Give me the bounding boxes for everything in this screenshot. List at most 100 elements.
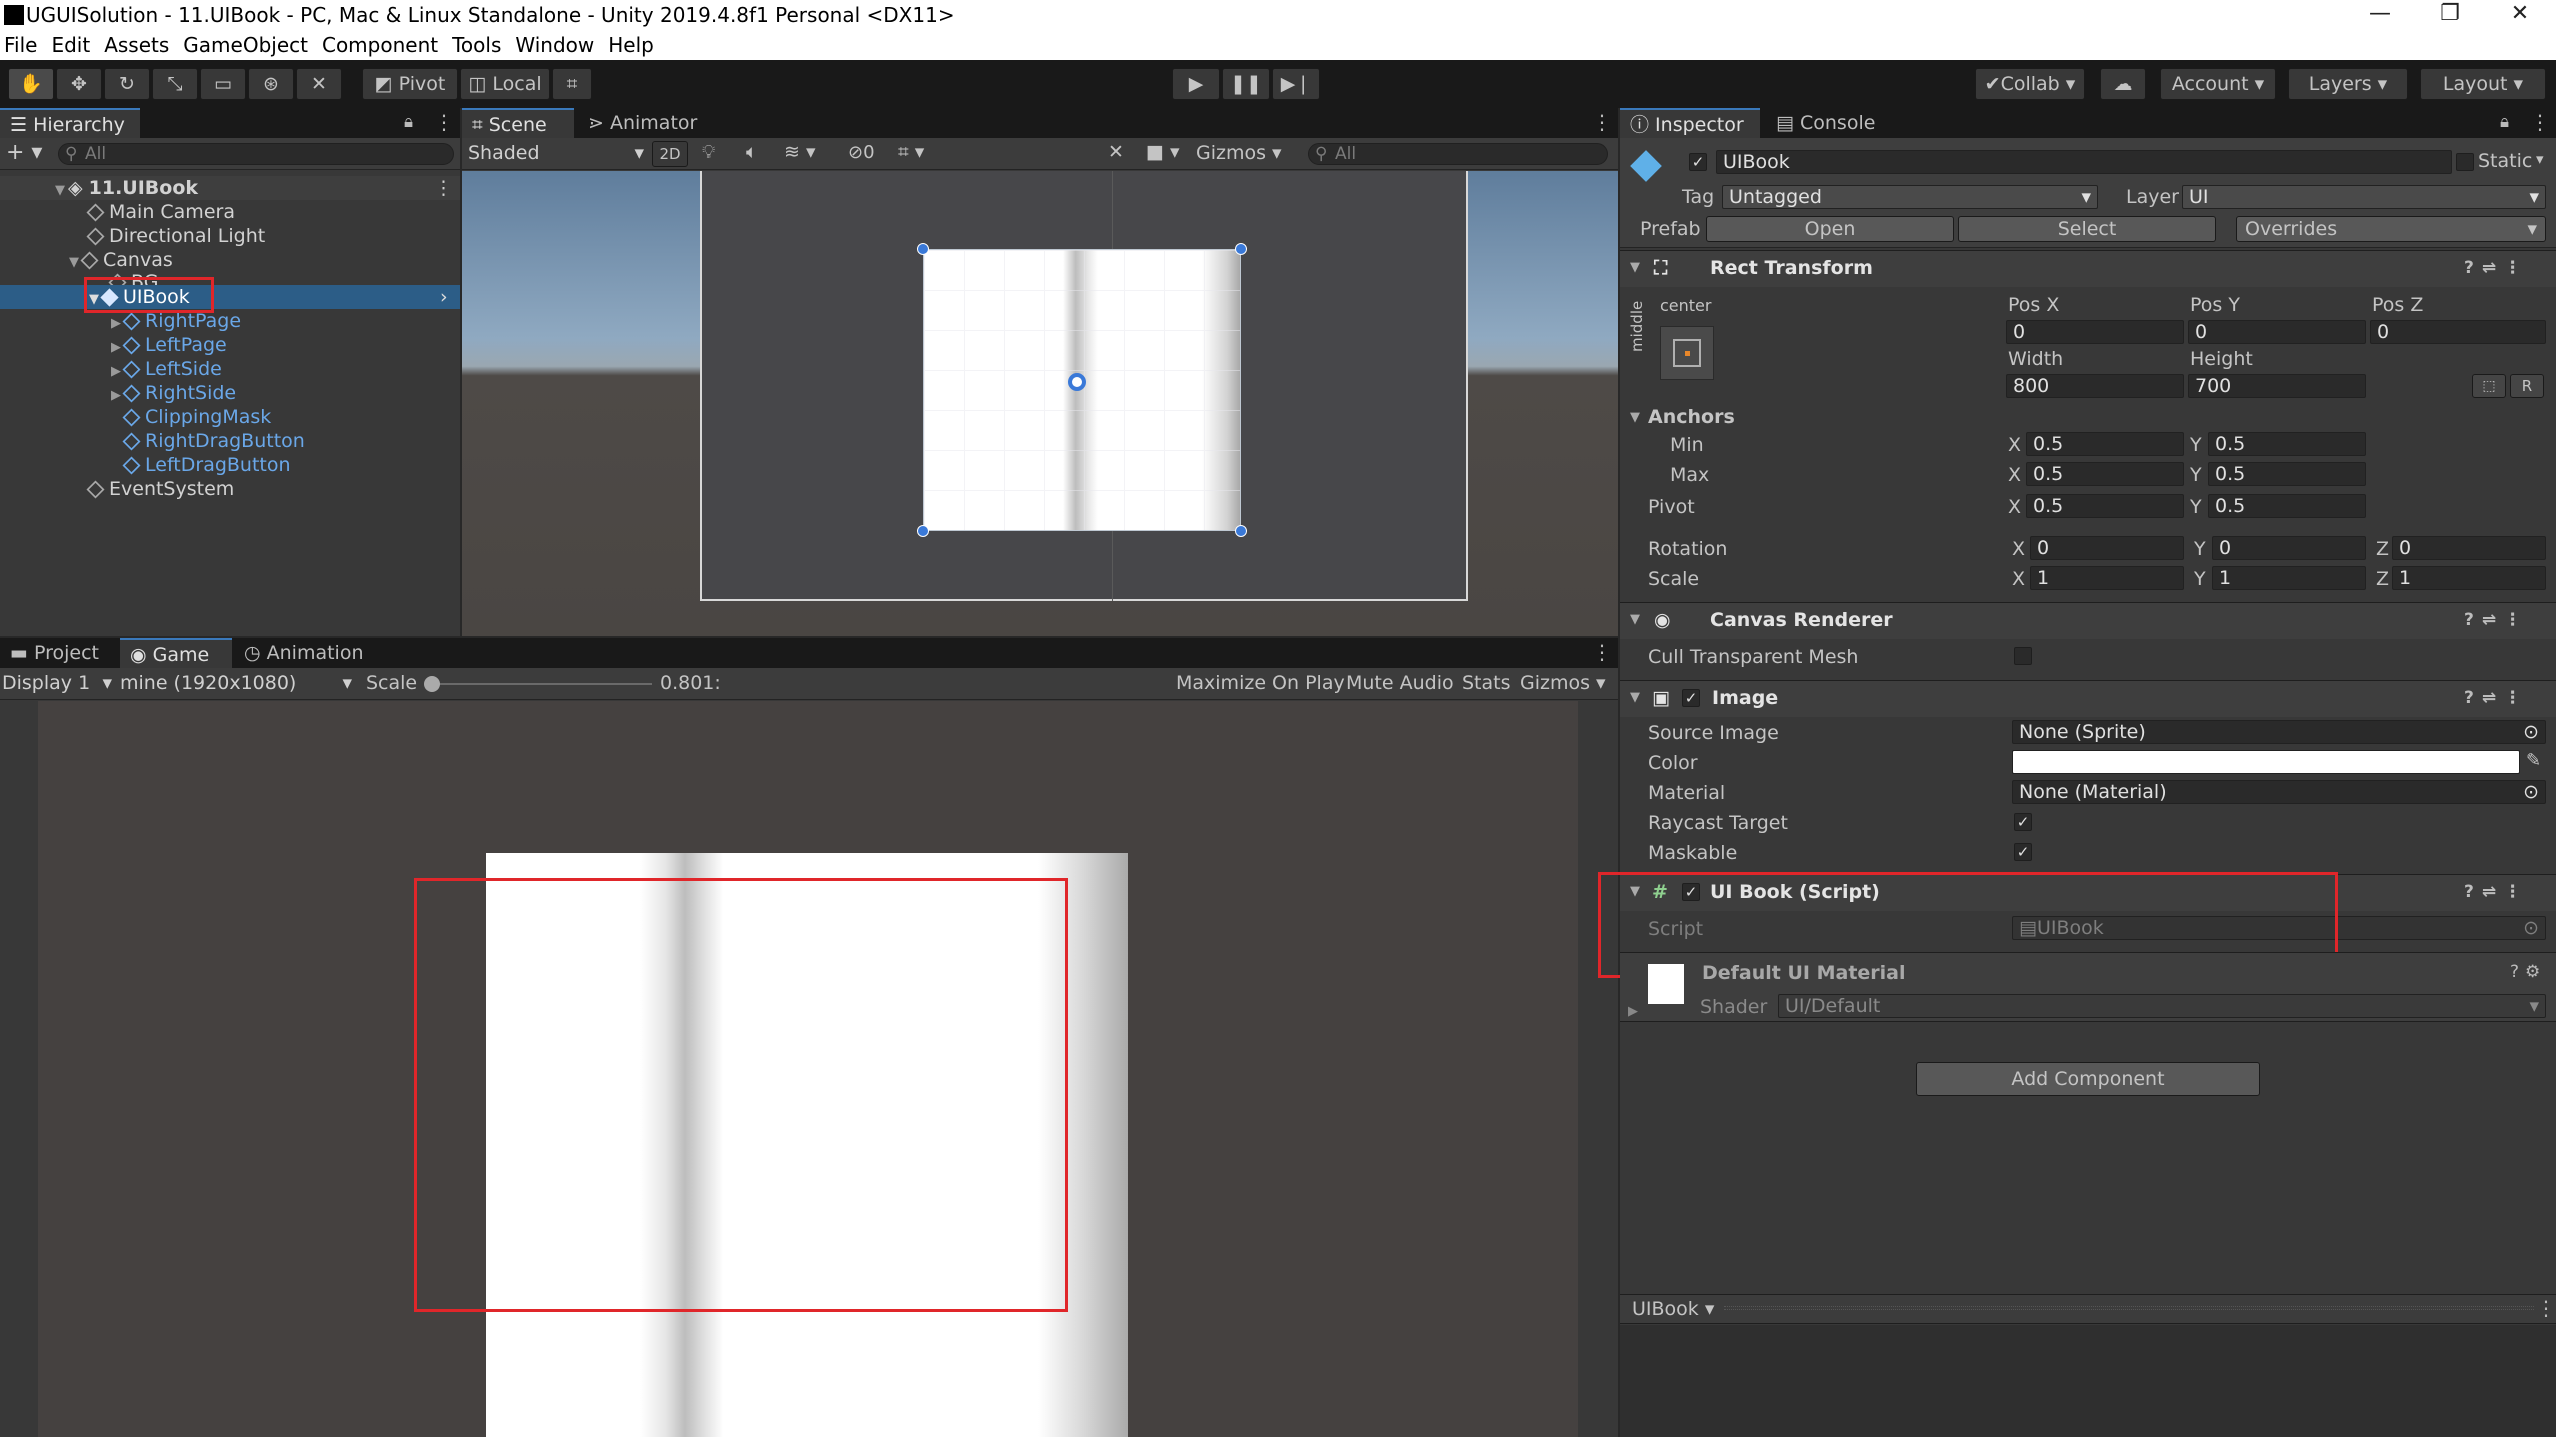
add-component-button[interactable]: Add Component [1916,1062,2260,1096]
static-dropdown-icon[interactable]: ▾ [2536,150,2544,168]
rect-handle-top-right[interactable] [1235,243,1247,255]
image-enabled-checkbox[interactable]: ✓ [1682,689,1700,707]
game-gizmos-dropdown[interactable]: Gizmos ▾ [1520,672,1606,694]
source-image-field[interactable]: None (Sprite) ⊙ [2012,720,2546,744]
create-button[interactable]: + ▾ [6,140,42,165]
collab-button[interactable]: ✔Collab ▾ [1975,68,2085,100]
component-help-icons[interactable]: ?⇌⋮ [2464,681,2529,715]
minimize-button[interactable]: — [2345,0,2415,30]
hierarchy-item-leftside[interactable]: ▶ LeftSide [0,357,460,381]
layout-dropdown[interactable]: Layout ▾ [2420,68,2546,100]
lock-icon[interactable]: 🔒︎ [404,112,413,132]
tab-hierarchy[interactable]: ☰ Hierarchy [0,108,140,138]
width-field[interactable]: 800 [2006,374,2184,398]
kebab-menu-icon[interactable]: ⋮ [434,110,454,134]
rect-tool-icon[interactable]: ▭ [200,68,246,100]
layers-dropdown[interactable]: Layers ▾ [2288,68,2408,100]
blueprint-mode-icon[interactable]: ⬚ [2472,374,2506,398]
grid-toggle-icon[interactable]: ⌗ ▾ [898,141,924,163]
active-checkbox[interactable]: ✓ [1689,153,1707,171]
menu-component[interactable]: Component [318,30,448,57]
scale-tool-icon[interactable]: ⤡ [152,68,198,100]
hidden-objects-toggle[interactable]: ⊘0 [848,142,875,163]
preview-resize-handle[interactable] [1724,1306,2534,1310]
effects-icon[interactable]: ≋ ▾ [784,141,816,163]
shading-dropdown[interactable]: Shaded ▾ [468,142,644,164]
pos-z-field[interactable]: 0 [2370,320,2546,344]
anchor-min-x-field[interactable]: 0.5 [2026,432,2184,456]
rect-handle-top-left[interactable] [917,243,929,255]
tools-icon[interactable]: ✕ [1108,141,1124,163]
tab-project[interactable]: ▬ Project [0,638,118,668]
tab-animator[interactable]: ⋗ Animator [578,108,708,138]
collapse-arrow-icon[interactable]: ▼ [1630,681,1640,715]
anchor-max-y-field[interactable]: 0.5 [2208,462,2366,486]
menu-assets[interactable]: Assets [100,30,179,57]
tab-animation[interactable]: ◷ Animation [234,638,374,668]
scene-search-input[interactable]: ⚲ All [1308,143,1608,165]
hierarchy-item-uibook[interactable]: ▼ UIBook › [0,285,460,309]
rotation-x-field[interactable]: 0 [2030,536,2184,560]
object-picker-icon[interactable]: ⊙ [2523,721,2539,743]
display-dropdown[interactable]: Display 1 ▾ [2,672,112,694]
material-field[interactable]: None (Material) ⊙ [2012,780,2546,804]
gizmos-dropdown[interactable]: Gizmos ▾ [1196,142,1282,164]
mute-audio-toggle[interactable]: Mute Audio [1346,672,1454,694]
pivot-y-field[interactable]: 0.5 [2208,494,2366,518]
play-button[interactable]: ▶ [1172,68,1220,100]
rect-handle-bottom-left[interactable] [917,525,929,537]
local-toggle[interactable]: ◫ Local [460,68,550,100]
prefab-open-button[interactable]: Open [1706,216,1954,242]
account-dropdown[interactable]: Account ▾ [2160,68,2276,100]
pause-button[interactable]: ❚❚ [1222,68,1270,100]
custom-tool-icon[interactable]: ✕ [296,68,342,100]
height-field[interactable]: 700 [2188,374,2366,398]
cull-transparent-checkbox[interactable] [2014,647,2032,665]
hand-tool-icon[interactable]: ✋ [8,68,54,100]
hierarchy-item-canvas[interactable]: ▼ Canvas [0,248,460,272]
transform-tool-icon[interactable]: ⊛ [248,68,294,100]
color-swatch[interactable] [2012,750,2520,774]
lighting-icon[interactable]: 💡︎ [702,141,715,163]
collapse-arrow-icon[interactable]: ▼ [1630,603,1640,637]
raycast-target-checkbox[interactable]: ✓ [2014,813,2032,831]
menu-file[interactable]: File [0,30,47,57]
camera-icon[interactable]: ■ ▾ [1146,141,1180,163]
anchor-preset-button[interactable] [1660,326,1714,380]
expand-arrow-icon[interactable]: ▶ [1628,1004,1638,1019]
scene-viewport[interactable] [462,171,1618,636]
close-button[interactable]: ✕ [2485,0,2555,30]
rect-handle-bottom-right[interactable] [1235,525,1247,537]
pivot-toggle[interactable]: ◩ Pivot [362,68,458,100]
anchor-min-y-field[interactable]: 0.5 [2208,432,2366,456]
shader-dropdown[interactable]: UI/Default ▾ [1778,994,2546,1018]
kebab-menu-icon[interactable]: ⋮ [434,176,453,200]
maximize-button[interactable]: ❐ [2415,0,2485,30]
move-tool-icon[interactable]: ✥ [56,68,102,100]
rect-transform-header[interactable]: ▼ ⛶ Rect Transform ?⇌⋮ [1620,250,2556,287]
kebab-menu-icon[interactable]: ⋮ [2536,1296,2556,1320]
menu-gameobject[interactable]: GameObject [179,30,318,57]
canvas-renderer-header[interactable]: ▼ ◉ Canvas Renderer ?⇌⋮ [1620,602,2556,639]
static-checkbox[interactable] [2456,153,2474,171]
raw-edit-button[interactable]: R [2510,374,2544,398]
maskable-checkbox[interactable]: ✓ [2014,843,2032,861]
uibook-scene-object[interactable] [923,249,1241,531]
anchor-max-x-field[interactable]: 0.5 [2026,462,2184,486]
preview-dropdown[interactable]: UIBook ▾ [1632,1298,1714,1320]
hierarchy-item-directional-light[interactable]: Directional Light [0,224,460,248]
menu-tools[interactable]: Tools [448,30,511,57]
menu-edit[interactable]: Edit [47,30,100,57]
maximize-on-play-toggle[interactable]: Maximize On Play [1176,672,1345,694]
pos-x-field[interactable]: 0 [2006,320,2184,344]
scale-x-field[interactable]: 1 [2030,566,2184,590]
image-header[interactable]: ▼ ▣ ✓ Image ?⇌⋮ [1620,680,2556,717]
2d-toggle[interactable]: 2D [652,141,688,167]
scale-y-field[interactable]: 1 [2212,566,2366,590]
tag-dropdown[interactable]: Untagged ▾ [1722,185,2098,209]
grid-snap-icon[interactable]: ⌗ [552,68,592,100]
tab-scene[interactable]: ⌗ Scene [462,108,574,138]
resolution-dropdown[interactable]: mine (1920x1080) ▾ [120,672,352,694]
hierarchy-item-leftdragbutton[interactable]: LeftDragButton [0,453,460,477]
hierarchy-item-clippingmask[interactable]: ClippingMask [0,405,460,429]
